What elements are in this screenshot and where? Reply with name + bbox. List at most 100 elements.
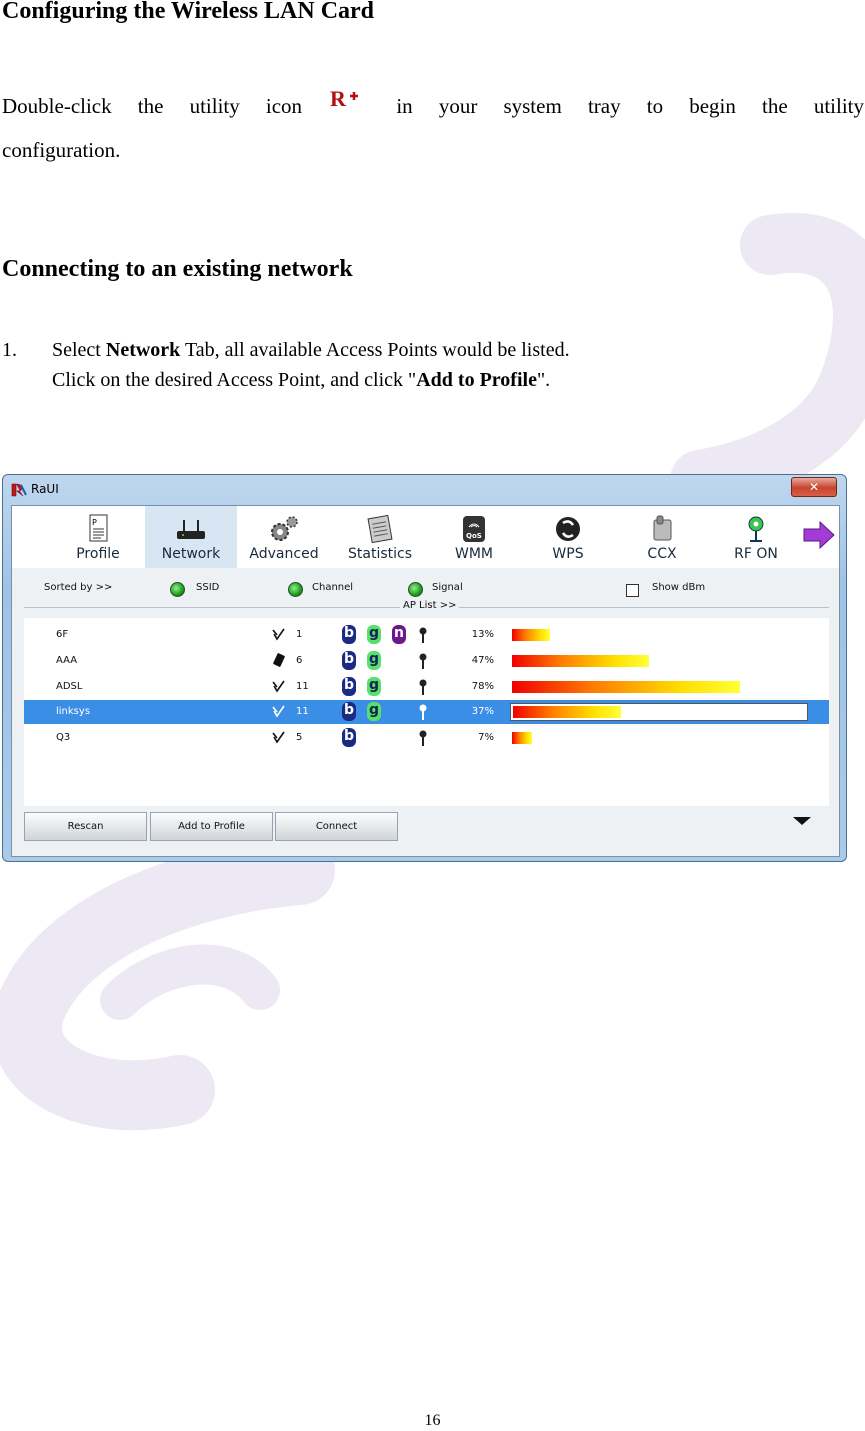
intro-line-1: Double-click the utility icon R in your …: [2, 84, 864, 128]
mode-b-icon: b: [342, 702, 356, 721]
ap-list-label: AP List >>: [400, 600, 460, 611]
section-heading: Connecting to an existing network: [2, 256, 353, 282]
tab-wmm-label: WMM: [454, 546, 493, 562]
tab-ccx-label: CCX: [647, 546, 677, 562]
ap-signal-percent: 37%: [471, 706, 494, 717]
table-row[interactable]: AAA 6 b g 47%: [24, 649, 829, 673]
infrastructure-ap-icon: [272, 731, 285, 744]
intro-word: tray: [587, 94, 621, 118]
table-row[interactable]: linksys 11 b g 37%: [24, 700, 829, 724]
utility-tray-icon: R: [328, 84, 370, 114]
rescan-button[interactable]: Rescan: [24, 812, 147, 841]
document-page: Configuring the Wireless LAN Card Double…: [0, 0, 865, 1431]
tab-network[interactable]: Network: [145, 506, 237, 568]
signal-bar: [512, 681, 740, 693]
tab-wmm[interactable]: QoS WMM: [430, 506, 518, 568]
ap-signal-percent: 13%: [471, 629, 494, 640]
table-row[interactable]: Q3 5 b 7%: [24, 726, 829, 750]
ap-ssid: AAA: [56, 655, 78, 666]
ap-signal-percent: 7%: [478, 732, 494, 743]
advanced-icon: [271, 516, 298, 541]
sort-signal-radio[interactable]: [408, 582, 423, 597]
expand-down-icon[interactable]: [793, 817, 811, 825]
connect-button[interactable]: Connect: [275, 812, 398, 841]
security-key-icon: [419, 653, 427, 669]
mode-n-icon: n: [392, 625, 406, 644]
intro-word: Double-click: [2, 94, 112, 118]
ap-signal-percent: 78%: [471, 681, 494, 692]
ap-list-panel: Sorted by >> SSID Channel Signal Show dB…: [12, 568, 839, 856]
sorted-by-label: Sorted by >>: [44, 582, 113, 593]
ap-signal-percent: 47%: [471, 655, 494, 666]
signal-bar: [512, 655, 649, 667]
intro-word: the: [137, 94, 164, 118]
signal-bar: [513, 706, 621, 718]
signal-bar: [512, 732, 532, 744]
step-text-line-2: Click on the desired Access Point, and c…: [52, 365, 550, 395]
raui-window: RaUI ✕ P Profile Network Advanced Statis…: [2, 474, 847, 862]
step-number: 1.: [2, 339, 17, 361]
tab-wps[interactable]: WPS: [524, 506, 612, 568]
step-text: Click on the desired Access Point, and c…: [52, 369, 409, 391]
tab-advanced-label: Advanced: [249, 546, 319, 562]
sort-channel-label: Channel: [312, 582, 354, 593]
step-bold-network: Network: [105, 339, 181, 361]
intro-paragraph: Double-click the utility icon R in your …: [2, 84, 864, 172]
step-text-line-1: Select Network Tab, all available Access…: [52, 335, 570, 365]
ap-ssid: linksys: [56, 706, 91, 717]
signal-bar: [512, 629, 550, 641]
tab-ccx[interactable]: CCX: [618, 506, 706, 568]
tab-statistics-label: Statistics: [348, 546, 412, 562]
rf-on-icon: [748, 516, 764, 542]
intro-word: utility: [813, 94, 864, 118]
ap-ssid: ADSL: [56, 681, 83, 692]
profile-icon: P: [89, 514, 108, 542]
tab-rf-on[interactable]: RF ON: [712, 506, 800, 568]
ccx-icon: [653, 515, 672, 541]
svg-text:P: P: [92, 518, 97, 527]
intro-word: your: [438, 94, 478, 118]
show-dbm-label: Show dBm: [652, 582, 706, 593]
intro-word: the: [762, 94, 788, 118]
svg-text:R: R: [330, 86, 347, 111]
mode-b-icon: b: [342, 625, 356, 644]
step-quote: ".: [536, 369, 551, 391]
show-dbm-checkbox[interactable]: [626, 584, 639, 597]
ap-list: 6F 1 b g n 13% AAA 6 b g 47% ADSL 11 b g 78% linksys 11 b g…: [24, 618, 829, 806]
signal-bar-track: [512, 629, 804, 641]
page-title: Configuring the Wireless LAN Card: [2, 0, 375, 24]
ap-ssid: 6F: [56, 629, 69, 640]
signal-bar-track: [512, 681, 804, 693]
tab-profile[interactable]: P Profile: [54, 506, 142, 568]
sort-ssid-radio[interactable]: [170, 582, 185, 597]
wmm-icon: QoS: [463, 516, 485, 542]
infrastructure-ap-icon: [272, 705, 285, 718]
sort-channel-radio[interactable]: [288, 582, 303, 597]
table-row[interactable]: ADSL 11 b g 78%: [24, 675, 829, 699]
title-bar[interactable]: RaUI ✕: [3, 475, 846, 505]
tab-statistics[interactable]: Statistics: [334, 506, 426, 568]
close-button[interactable]: ✕: [791, 477, 837, 497]
table-row[interactable]: 6F 1 b g n 13%: [24, 623, 829, 647]
infrastructure-ap-icon: [272, 628, 285, 641]
mode-b-icon: b: [342, 677, 356, 696]
statistics-icon: [367, 514, 393, 544]
tab-advanced[interactable]: Advanced: [240, 506, 328, 568]
mode-g-icon: g: [367, 677, 381, 696]
intro-line-2: configuration.: [2, 138, 121, 162]
mode-b-icon: b: [342, 728, 356, 747]
intro-word: utility: [189, 94, 240, 118]
ap-channel: 11: [296, 681, 309, 692]
tab-network-label: Network: [161, 546, 221, 562]
step-text: Tab, all available Access Points would b…: [180, 339, 570, 361]
add-to-profile-button[interactable]: Add to Profile: [150, 812, 273, 841]
toolbar: P Profile Network Advanced Statistics Qo…: [12, 506, 839, 569]
step-bold-add-to-profile: Add to Profile: [416, 369, 537, 391]
tab-profile-label: Profile: [76, 546, 120, 562]
infrastructure-ap-icon: [272, 680, 285, 693]
sort-ssid-label: SSID: [196, 582, 220, 593]
network-icon: [177, 520, 205, 539]
intro-word: in: [396, 94, 413, 118]
ap-channel: 5: [296, 732, 303, 743]
more-arrow-icon[interactable]: [802, 520, 836, 550]
